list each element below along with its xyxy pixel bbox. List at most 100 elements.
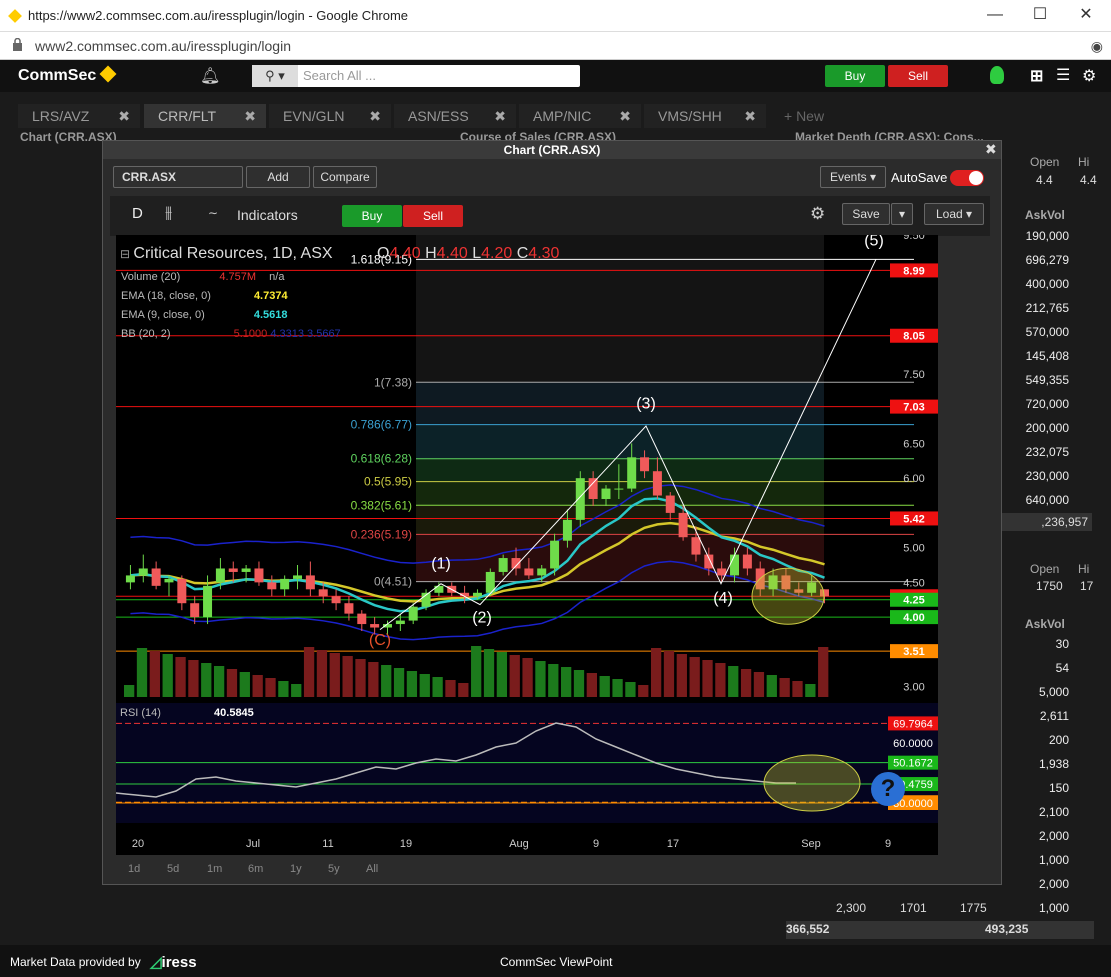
load-label: Load — [935, 207, 963, 221]
help-icon[interactable]: ? — [871, 772, 905, 806]
candle-body — [203, 585, 213, 618]
askvol-row[interactable]: 232,075 — [1005, 440, 1069, 464]
askvol-row[interactable]: 640,000 — [1005, 488, 1069, 512]
chart-sell-button[interactable]: Sell — [403, 205, 463, 227]
x-tick-label: 9 — [593, 838, 599, 850]
range-button-5y[interactable]: 5y — [328, 863, 340, 875]
load-dropdown[interactable]: Load ▾ — [924, 203, 984, 225]
candlestick-icon[interactable]: ⫵ — [165, 204, 172, 222]
candle-body — [550, 540, 560, 569]
address-bar[interactable]: www2.commsec.com.au/iressplugin/login ◉ — [0, 32, 1111, 60]
candle-body — [511, 558, 521, 569]
close-icon[interactable]: ✖ — [494, 104, 506, 128]
tab-vms-shh[interactable]: VMS/SHH ✖ — [644, 104, 766, 128]
save-button[interactable]: Save — [842, 203, 890, 225]
hi2-label: Hi — [1078, 562, 1090, 576]
close-icon[interactable]: ✖ — [619, 104, 631, 128]
search-input[interactable]: Search All ... — [303, 68, 376, 83]
candle-body — [138, 568, 148, 576]
askvol-row[interactable]: 1,000 — [1005, 896, 1069, 920]
askvol-row[interactable]: 720,000 — [1005, 392, 1069, 416]
symbol-input[interactable]: CRR.ASX — [113, 166, 243, 188]
header-sell-button[interactable]: Sell — [888, 65, 948, 87]
candle-body — [395, 620, 405, 625]
range-button-5d[interactable]: 5d — [167, 863, 179, 875]
tab-amp-nic[interactable]: AMP/NIC ✖ — [519, 104, 641, 128]
askvol-row[interactable]: 570,000 — [1005, 320, 1069, 344]
askvol-row[interactable]: 190,000 — [1005, 224, 1069, 248]
volume-bar — [136, 648, 148, 697]
askvol-row[interactable]: 1,000 — [1005, 848, 1069, 872]
add-button[interactable]: Add — [246, 166, 310, 188]
tab-asn-ess[interactable]: ASN/ESS ✖ — [394, 104, 516, 128]
askvol-row[interactable]: 5,000 — [1005, 680, 1069, 704]
close-icon[interactable]: ✖ — [244, 104, 256, 128]
askvol-row[interactable]: 54 — [1005, 656, 1069, 680]
askvol-row[interactable]: 230,000 — [1005, 464, 1069, 488]
askvol-row[interactable]: 1,938 — [1005, 752, 1069, 776]
range-button-All[interactable]: All — [366, 863, 378, 875]
askvol-row[interactable]: 549,355 — [1005, 368, 1069, 392]
tab-evn-gln[interactable]: EVN/GLN ✖ — [269, 104, 391, 128]
volume-bar — [239, 672, 250, 697]
menu-icon[interactable]: ☰ — [1056, 65, 1070, 85]
add-icon[interactable]: ⊞ — [1030, 66, 1043, 86]
search-icon[interactable]: ⚲ ▾ — [252, 65, 298, 87]
askvol-row[interactable]: 696,279 — [1005, 248, 1069, 272]
tab-label: CRR/FLT — [158, 108, 217, 124]
range-button-6m[interactable]: 6m — [248, 863, 263, 875]
range-button-1m[interactable]: 1m — [207, 863, 222, 875]
ohlc-low: 4.20 — [481, 245, 513, 262]
range-button-1d[interactable]: 1d — [128, 863, 140, 875]
tab-crr-flt[interactable]: CRR/FLT ✖ — [144, 104, 266, 128]
autosave-toggle[interactable] — [950, 170, 984, 186]
price-badge: 4.00 — [903, 612, 924, 624]
askvol-row[interactable]: 30 — [1005, 632, 1069, 656]
indicators-icon[interactable]: ∼ — [208, 206, 218, 220]
events-dropdown[interactable]: Events ▾ — [820, 166, 886, 188]
settings-icon[interactable]: ⚙ — [1082, 66, 1096, 86]
compare-button[interactable]: Compare — [313, 166, 377, 188]
header-buy-button[interactable]: Buy — [825, 65, 885, 87]
minimize-button[interactable]: — — [975, 4, 1015, 28]
x-tick-label: 20 — [132, 838, 144, 850]
tab-lrs-avz[interactable]: LRS/AVZ ✖ — [18, 104, 140, 128]
maximize-button[interactable]: ☐ — [1020, 4, 1060, 28]
volume-bar — [342, 656, 353, 697]
askvol-row[interactable]: 2,611 — [1005, 704, 1069, 728]
search-box[interactable]: ⚲ ▾ Search All ... — [252, 65, 580, 87]
url-text[interactable]: www2.commsec.com.au/iressplugin/login — [35, 38, 291, 54]
interval-button[interactable]: D — [132, 205, 143, 222]
volume-bar — [548, 664, 559, 697]
footer-data-provider: Market Data provided by — [10, 955, 141, 969]
close-icon[interactable]: ✖ — [118, 104, 130, 128]
eye-icon[interactable]: ◉ — [1091, 38, 1103, 55]
volume-bar — [419, 674, 430, 697]
lightbulb-icon[interactable] — [990, 66, 1004, 84]
close-icon[interactable]: ✖ — [369, 104, 381, 128]
askvol-row[interactable]: 2,000 — [1005, 824, 1069, 848]
indicators-button[interactable]: Indicators — [237, 207, 298, 223]
new-tab-button[interactable]: + New — [770, 104, 840, 128]
settings-gear-icon[interactable]: ⚙ — [810, 204, 825, 224]
bell-icon[interactable]: 🔔︎ — [200, 66, 220, 86]
volume-bar — [612, 679, 623, 697]
candle-body — [177, 578, 187, 604]
chart-buy-button[interactable]: Buy — [342, 205, 402, 227]
askvol-row[interactable]: 2,000 — [1005, 872, 1069, 896]
save-dropdown-icon[interactable]: ▾ — [891, 203, 913, 225]
askvol-row[interactable]: 200 — [1005, 728, 1069, 752]
askvol-row[interactable]: 400,000 — [1005, 272, 1069, 296]
range-button-1y[interactable]: 1y — [290, 863, 302, 875]
close-window-button[interactable]: ✕ — [1066, 4, 1106, 28]
ohlc-high: 4.40 — [436, 245, 468, 262]
askvol-row[interactable]: 150 — [1005, 776, 1069, 800]
wave-label: (4) — [713, 590, 733, 607]
askvol-row[interactable]: 200,000 — [1005, 416, 1069, 440]
close-icon[interactable]: ✖ — [744, 104, 756, 128]
collapse-icon[interactable]: ⊟ — [120, 247, 133, 261]
askvol-row[interactable]: 145,408 — [1005, 344, 1069, 368]
askvol-row[interactable]: 212,765 — [1005, 296, 1069, 320]
chart-close-icon[interactable]: ✖ — [985, 141, 997, 158]
askvol-row[interactable]: 2,100 — [1005, 800, 1069, 824]
